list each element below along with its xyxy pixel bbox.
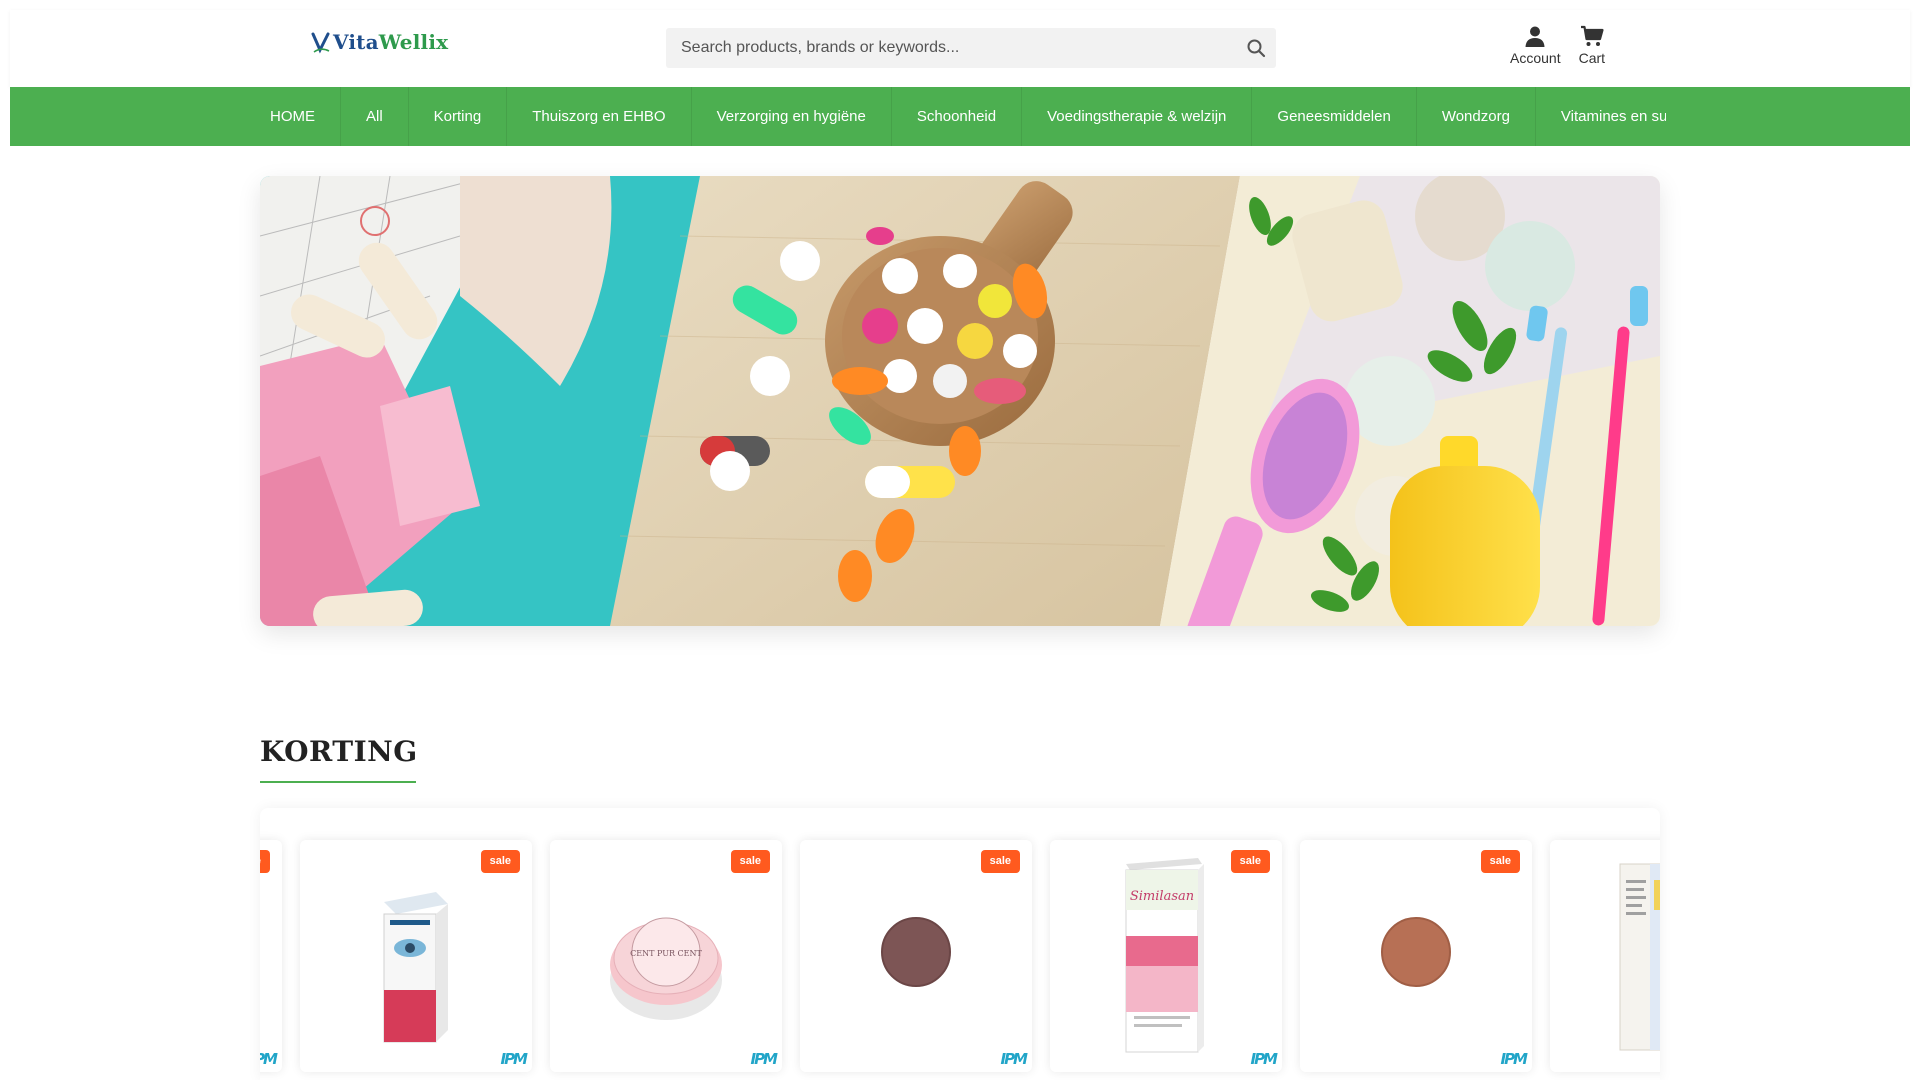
product-card[interactable]: Similasan sale IPM — [1050, 840, 1282, 1072]
search-bar — [666, 28, 1276, 68]
nav-item-schoonheid[interactable]: Schoonheid — [892, 87, 1023, 146]
nav-item-all[interactable]: All — [341, 87, 409, 146]
page-frame: VitaWellix Account — [10, 10, 1910, 146]
eyeshadow-copper-image — [1381, 917, 1451, 987]
hero-banner[interactable] — [260, 176, 1660, 626]
product-card[interactable]: sale IPM — [260, 840, 282, 1072]
nav-item-home[interactable]: HOME — [266, 87, 341, 146]
brand-mark: IPM — [260, 1050, 278, 1068]
header-actions: Account Cart — [1510, 24, 1605, 66]
site-logo[interactable]: VitaWellix — [311, 30, 448, 54]
brand-mark: IPM — [1000, 1050, 1027, 1068]
svg-text:CENT PUR CENT: CENT PUR CENT — [630, 949, 702, 958]
user-icon — [1525, 26, 1545, 47]
sale-badge: sale — [1230, 850, 1270, 873]
sale-badge: sale — [1480, 850, 1520, 873]
svg-text:Similasan: Similasan — [1130, 889, 1194, 904]
site-header: VitaWellix Account — [10, 10, 1910, 87]
logo-mark-icon — [311, 32, 330, 54]
sale-badge: sale — [730, 850, 770, 873]
brand-mark: IPM — [1500, 1050, 1527, 1068]
account-label: Account — [1510, 50, 1561, 66]
product-card[interactable]: sale IPM — [800, 840, 1032, 1072]
eye-drops-box-image — [383, 892, 448, 1043]
cart-icon — [1580, 25, 1604, 46]
brand-mark: IPM — [1250, 1050, 1277, 1068]
nav-item-korting[interactable]: Korting — [409, 87, 508, 146]
cart-button[interactable]: Cart — [1579, 24, 1605, 66]
logo-text: VitaWellix — [333, 30, 448, 54]
product-carousel: sale IPM sale IPM CENT PUR CENT sale IPM — [260, 808, 1660, 1080]
nav-item-thuiszorg[interactable]: Thuiszorg en EHBO — [507, 87, 692, 146]
powder-jar-image: CENT PUR CENT — [610, 917, 722, 1020]
sale-badge: sale — [980, 850, 1020, 873]
search-icon — [1247, 39, 1266, 58]
product-card[interactable]: sale IPM — [300, 840, 532, 1072]
nav-item-verzorging[interactable]: Verzorging en hygiëne — [692, 87, 892, 146]
nav-item-wondzorg[interactable]: Wondzorg — [1417, 87, 1536, 146]
brand-mark: IPM — [750, 1050, 777, 1068]
brand-mark: IPM — [500, 1050, 527, 1068]
product-card[interactable]: sale IPM — [1300, 840, 1532, 1072]
search-button[interactable] — [1236, 28, 1276, 68]
eyeshadow-brown-image — [881, 917, 951, 987]
cart-label: Cart — [1578, 50, 1606, 66]
section-underline — [260, 781, 416, 783]
logo-text-main: Vita — [333, 30, 379, 54]
logo-text-accent: Wellix — [378, 30, 449, 54]
account-button[interactable]: Account — [1510, 24, 1561, 66]
nav-item-geneesmiddelen[interactable]: Geneesmiddelen — [1252, 87, 1417, 146]
sale-badge: sale — [260, 850, 270, 873]
main-nav: HOME All Korting Thuiszorg en EHBO Verzo… — [10, 87, 1910, 146]
nav-list: HOME All Korting Thuiszorg en EHBO Verzo… — [266, 87, 1666, 146]
sale-badge: sale — [480, 850, 520, 873]
similasan-box-image: Similasan — [1125, 858, 1204, 1053]
product-card[interactable] — [1550, 840, 1660, 1072]
hero-banner-image — [260, 176, 1660, 626]
product-card[interactable]: CENT PUR CENT sale IPM — [550, 840, 782, 1072]
product-box-partial-image — [1619, 863, 1660, 1051]
search-input[interactable] — [666, 28, 1236, 68]
nav-item-vitamines[interactable]: Vitamines en supplementen — [1536, 87, 1666, 146]
section-title-korting: KORTING — [260, 735, 418, 768]
nav-item-voedingstherapie[interactable]: Voedingstherapie & welzijn — [1022, 87, 1253, 146]
